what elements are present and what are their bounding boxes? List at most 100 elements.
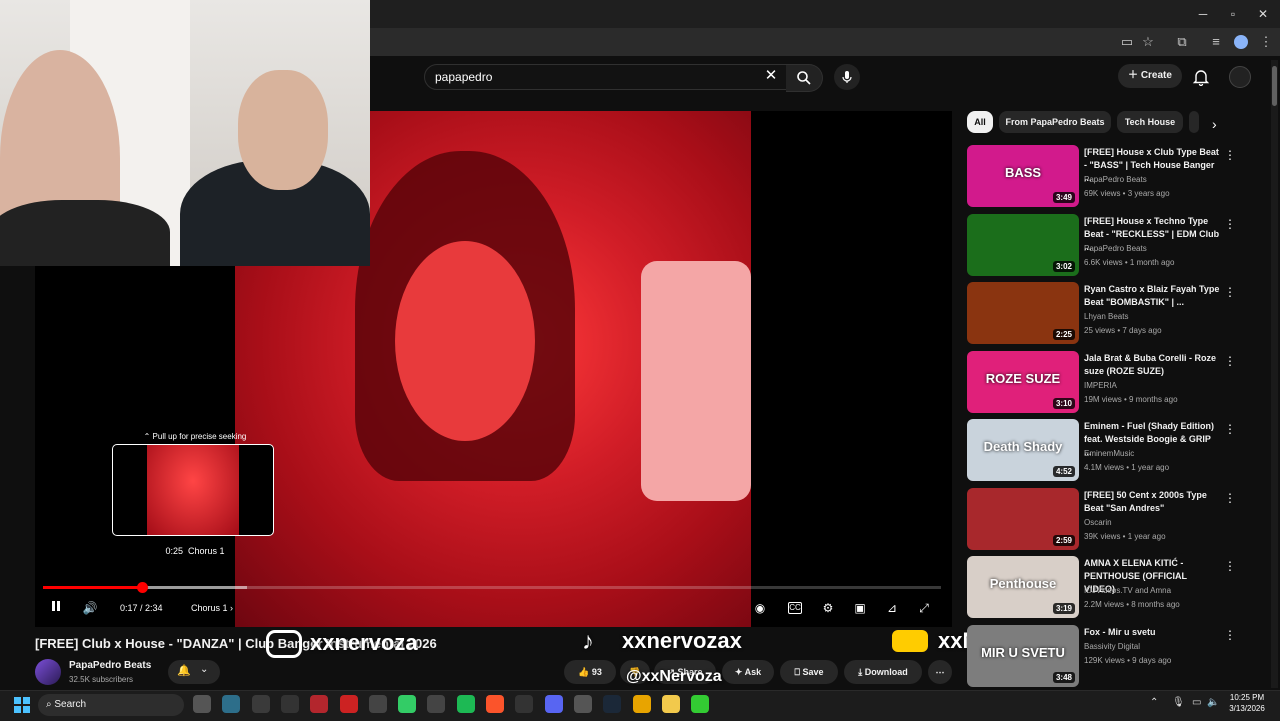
- taskbar-clock[interactable]: 10:25 PM 3/13/2026: [1222, 692, 1272, 714]
- recommendation-channel[interactable]: PapaPedro Beats: [1084, 175, 1224, 184]
- seek-hint: ⌃ Pull up for precise seeking: [110, 432, 280, 444]
- search-button[interactable]: [786, 64, 823, 92]
- app-red-icon[interactable]: [339, 695, 358, 713]
- autoplay-toggle[interactable]: ◉: [752, 600, 768, 616]
- like-button[interactable]: 👍 93: [564, 660, 616, 684]
- recommendation-thumbnail[interactable]: Penthouse 3:19: [967, 556, 1079, 618]
- more-actions-button[interactable]: ⋯: [928, 660, 952, 684]
- media-control-icon[interactable]: ≡: [1208, 34, 1224, 50]
- recommendation-channel[interactable]: IMPERIA: [1084, 381, 1224, 390]
- cast-icon[interactable]: ▭: [1119, 34, 1135, 50]
- browser-menu-icon[interactable]: ⋮: [1258, 34, 1274, 50]
- like-count: 93: [591, 667, 602, 677]
- files-icon[interactable]: [661, 695, 680, 713]
- spotify-icon[interactable]: [456, 695, 475, 713]
- create-button[interactable]: ＋ Create: [1118, 64, 1182, 88]
- microphone-tray-icon[interactable]: 🎙: [1172, 697, 1185, 708]
- more-options-icon[interactable]: ⋮: [1224, 216, 1236, 232]
- extensions-icon[interactable]: ⧉: [1174, 34, 1190, 50]
- recommendation-channel[interactable]: Oscarin: [1084, 518, 1224, 527]
- chapter-button[interactable]: Chorus 1 ›: [191, 601, 233, 615]
- more-options-icon[interactable]: ⋮: [1224, 284, 1236, 300]
- recommendation-title[interactable]: Ryan Castro x Blaiz Fayah Type Beat "BOM…: [1084, 283, 1220, 309]
- chrome-icon[interactable]: [632, 695, 651, 713]
- speaker-icon[interactable]: 🔈: [1207, 697, 1219, 708]
- app-arrow-icon[interactable]: [691, 695, 710, 713]
- app-gear-icon[interactable]: [368, 695, 387, 713]
- progress-scrubber[interactable]: [137, 582, 148, 593]
- recommendation-thumbnail[interactable]: 2:59: [967, 488, 1079, 550]
- miniplayer-button[interactable]: ▣: [852, 600, 868, 616]
- ask-button[interactable]: ✦ Ask: [722, 660, 774, 684]
- capcut-icon[interactable]: [515, 695, 534, 713]
- file-explorer-icon[interactable]: [193, 695, 211, 713]
- more-options-icon[interactable]: ⋮: [1224, 490, 1236, 506]
- scrollbar[interactable]: [1271, 60, 1278, 688]
- pause-button[interactable]: [48, 600, 64, 616]
- captions-button[interactable]: CC: [788, 602, 802, 614]
- account-avatar[interactable]: [1229, 66, 1251, 88]
- chapter-label: Chorus 1: [191, 603, 228, 613]
- network-icon[interactable]: ▭: [1192, 697, 1201, 708]
- recommendation-thumbnail[interactable]: 3:02: [967, 214, 1079, 276]
- more-options-icon[interactable]: ⋮: [1224, 147, 1236, 163]
- app-icon[interactable]: [251, 695, 270, 713]
- app-mail-icon[interactable]: [427, 695, 446, 713]
- app-folder-icon[interactable]: [398, 695, 417, 713]
- chevron-down-icon: ⌄: [200, 664, 209, 675]
- chevron-right-icon: ›: [227, 603, 234, 613]
- recommendation-thumbnail[interactable]: ROZE SUZE 3:10: [967, 351, 1079, 413]
- steam-icon[interactable]: [603, 695, 622, 713]
- more-options-icon[interactable]: ⋮: [1224, 353, 1236, 369]
- channel-avatar[interactable]: [35, 659, 61, 685]
- settings-button[interactable]: ⚙: [820, 600, 836, 616]
- dazn-icon[interactable]: [310, 695, 329, 713]
- volume-button[interactable]: 🔊: [82, 600, 98, 616]
- search-input[interactable]: papapedro: [424, 64, 798, 90]
- chip-tech-house[interactable]: Tech House: [1117, 111, 1183, 133]
- start-button[interactable]: [12, 695, 32, 715]
- chevron-right-icon[interactable]: ›: [1212, 116, 1217, 132]
- recommendation-thumbnail[interactable]: BASS 3:49: [967, 145, 1079, 207]
- brave-icon[interactable]: [486, 695, 504, 713]
- app-circle-icon[interactable]: [573, 695, 592, 713]
- voice-search-button[interactable]: [834, 64, 860, 90]
- recommendation-channel[interactable]: Bassivity Digital: [1084, 642, 1224, 651]
- terminal-icon[interactable]: [222, 695, 241, 713]
- discord-icon[interactable]: [544, 695, 563, 713]
- more-options-icon[interactable]: ⋮: [1224, 558, 1236, 574]
- cast-button[interactable]: ⊿: [884, 600, 900, 616]
- fullscreen-button[interactable]: ⤢: [916, 600, 932, 616]
- taskbar-search[interactable]: ⌕ Search: [38, 694, 184, 716]
- close-window-button[interactable]: ✕: [1248, 4, 1278, 24]
- recommendation-title[interactable]: Fox - Mir u svetu: [1084, 626, 1220, 639]
- webcam-overlay: [0, 0, 370, 266]
- minimize-button[interactable]: ─: [1188, 4, 1218, 24]
- notifications-button[interactable]: [1192, 68, 1210, 87]
- recommendation-thumbnail[interactable]: Death Shady 4:52: [967, 419, 1079, 481]
- more-options-icon[interactable]: ⋮: [1224, 421, 1236, 437]
- recommendation-title[interactable]: [FREE] 50 Cent x 2000s Type Beat "San An…: [1084, 489, 1220, 515]
- recommendation-thumbnail[interactable]: MIR U SVETU 3:48: [967, 625, 1079, 687]
- channel-name[interactable]: PapaPedro Beats: [69, 660, 151, 671]
- scrollbar-thumb[interactable]: [1272, 66, 1277, 106]
- recommendation-channel[interactable]: Lhyan Beats: [1084, 312, 1224, 321]
- chip-all[interactable]: All: [967, 111, 993, 133]
- clear-search-icon[interactable]: ✕: [764, 67, 778, 85]
- tray-overflow-icon[interactable]: ⌃: [1150, 697, 1158, 708]
- chip-partial[interactable]: [1189, 111, 1199, 133]
- recommendation-thumbnail[interactable]: 2:25: [967, 282, 1079, 344]
- chip-from-channel[interactable]: From PapaPedro Beats: [999, 111, 1111, 133]
- epic-games-icon[interactable]: [280, 695, 299, 713]
- recommendation-channel[interactable]: PapaPedro Beats: [1084, 244, 1224, 253]
- profile-avatar-icon[interactable]: [1234, 35, 1248, 49]
- subscription-bell-button[interactable]: 🔔 ⌄: [168, 660, 220, 684]
- recommendation-channel[interactable]: EminemMusic: [1084, 449, 1224, 458]
- recommendation-title[interactable]: Jala Brat & Buba Corelli - Roze suze (RO…: [1084, 352, 1220, 378]
- download-button[interactable]: ⤓ Download: [844, 660, 922, 684]
- bookmark-star-icon[interactable]: ☆: [1140, 34, 1156, 50]
- recommendation-channel[interactable]: IDJVideos.TV and Amna: [1084, 586, 1224, 595]
- maximize-button[interactable]: ▫: [1218, 4, 1248, 24]
- more-options-icon[interactable]: ⋮: [1224, 627, 1236, 643]
- save-button[interactable]: ⎕ Save: [780, 660, 838, 684]
